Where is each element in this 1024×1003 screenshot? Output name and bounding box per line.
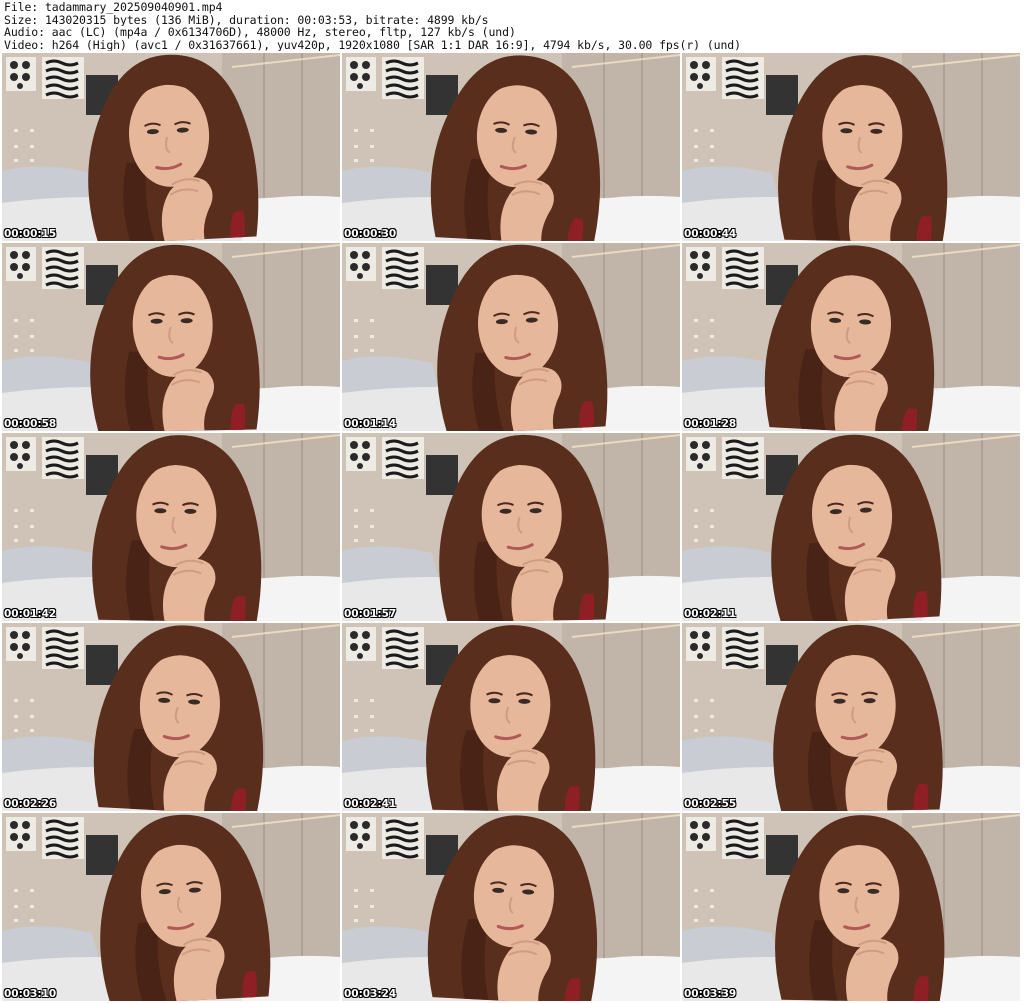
- thumbnail-timestamp: 00:01:42: [4, 608, 57, 620]
- video-frame-thumbnail-icon: [2, 53, 340, 241]
- video-thumbnail: 00:01:42: [2, 433, 340, 621]
- thumbnail-timestamp: 00:00:15: [4, 228, 57, 240]
- thumbnail-timestamp: 00:03:10: [4, 988, 57, 1000]
- thumbnail-timestamp: 00:01:28: [684, 418, 737, 430]
- video-frame-thumbnail-icon: [342, 433, 680, 621]
- video-frame-thumbnail-icon: [342, 813, 680, 1001]
- video-thumbnail: 00:02:11: [682, 433, 1020, 621]
- video-frame-thumbnail-icon: [2, 623, 340, 811]
- thumbnail-timestamp: 00:02:11: [684, 608, 737, 620]
- video-frame-thumbnail-icon: [342, 53, 680, 241]
- video-thumbnail: 00:01:57: [342, 433, 680, 621]
- video-frame-thumbnail-icon: [682, 243, 1020, 431]
- thumbnail-timestamp: 00:02:26: [4, 798, 57, 810]
- thumbnail-timestamp: 00:03:24: [344, 988, 397, 1000]
- video-thumbnail: 00:00:30: [342, 53, 680, 241]
- thumbnail-timestamp: 00:00:30: [344, 228, 397, 240]
- video-frame-thumbnail-icon: [682, 623, 1020, 811]
- video-thumbnail: 00:03:10: [2, 813, 340, 1001]
- thumbnail-timestamp: 00:00:58: [4, 418, 57, 430]
- video-frame-thumbnail-icon: [342, 623, 680, 811]
- video-thumbnail: 00:03:39: [682, 813, 1020, 1001]
- thumbnail-timestamp: 00:00:44: [684, 228, 737, 240]
- file-name-line: File: tadammary_202509040901.mp4: [4, 1, 223, 14]
- thumbnail-timestamp: 00:01:14: [344, 418, 397, 430]
- video-thumbnail: 00:01:28: [682, 243, 1020, 431]
- video-frame-thumbnail-icon: [682, 53, 1020, 241]
- thumbnail-timestamp: 00:02:41: [344, 798, 397, 810]
- video-thumbnail: 00:02:41: [342, 623, 680, 811]
- video-frame-thumbnail-icon: [682, 813, 1020, 1001]
- thumbnail-timestamp: 00:03:39: [684, 988, 737, 1000]
- video-frame-thumbnail-icon: [2, 813, 340, 1001]
- video-thumbnail: 00:00:44: [682, 53, 1020, 241]
- video-frame-thumbnail-icon: [342, 243, 680, 431]
- audio-info-line: Audio: aac (LC) (mp4a / 0x6134706D), 480…: [4, 26, 516, 39]
- video-thumbnail: 00:03:24: [342, 813, 680, 1001]
- thumbnail-grid: 00:00:15 00:00:30 00:00:44 00:00:58 00:01:14…: [2, 53, 1022, 1003]
- file-info-header: File: tadammary_202509040901.mp4 Size: 1…: [4, 1, 1020, 53]
- file-size-line: Size: 143020315 bytes (136 MiB), duratio…: [4, 13, 489, 26]
- video-thumbnail: 00:00:58: [2, 243, 340, 431]
- thumbnail-timestamp: 00:02:55: [684, 798, 737, 810]
- video-frame-thumbnail-icon: [2, 243, 340, 431]
- thumbnail-timestamp: 00:01:57: [344, 608, 397, 620]
- video-info-line: Video: h264 (High) (avc1 / 0x31637661), …: [4, 38, 741, 51]
- video-thumbnail: 00:00:15: [2, 53, 340, 241]
- video-thumbnail: 00:01:14: [342, 243, 680, 431]
- video-frame-thumbnail-icon: [2, 433, 340, 621]
- video-thumbnail: 00:02:26: [2, 623, 340, 811]
- video-frame-thumbnail-icon: [682, 433, 1020, 621]
- video-thumbnail: 00:02:55: [682, 623, 1020, 811]
